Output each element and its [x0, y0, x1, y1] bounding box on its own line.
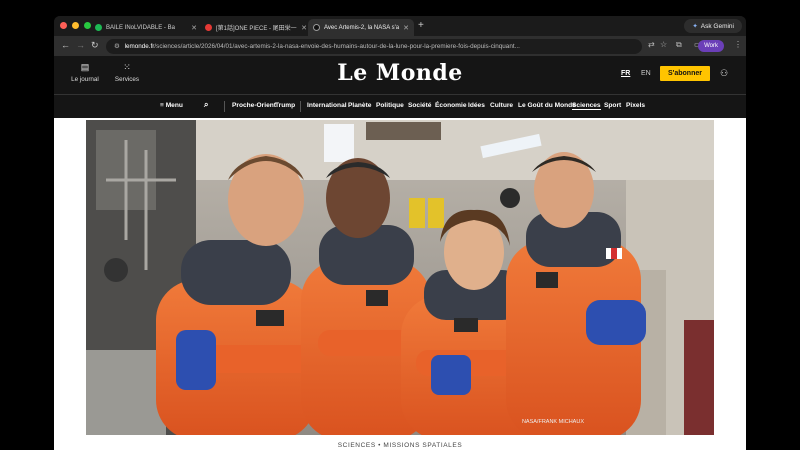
- nav-item-international[interactable]: International: [307, 102, 347, 109]
- nav-item-proche-orient[interactable]: Proche-Orient: [232, 102, 276, 109]
- article-kicker: SCIENCES • MISSIONS SPATIALES: [337, 442, 463, 449]
- tab-spotify[interactable]: BAILE INoLVIDABLE - Ba ✕: [90, 19, 202, 36]
- tab-title: BAILE INoLVIDABLE - Ba: [106, 24, 175, 31]
- nav-item-societe[interactable]: Société: [408, 102, 431, 109]
- tab-le-monde[interactable]: Avec Artemis-2, la NASA s'a ✕: [308, 19, 414, 36]
- tab-strip: BAILE INoLVIDABLE - Ba ✕ [第1話]ONE PIECE …: [54, 16, 746, 36]
- nav-divider: [224, 101, 225, 112]
- tab-close-icon[interactable]: ✕: [301, 24, 307, 32]
- nav-item-sciences[interactable]: Sciences: [572, 102, 601, 110]
- search-icon[interactable]: ⌕: [204, 100, 208, 110]
- profile-work-button[interactable]: Work: [698, 40, 724, 52]
- tab-close-icon[interactable]: ✕: [191, 24, 197, 32]
- profile-label: Work: [704, 43, 718, 49]
- menu-label: Menu: [165, 102, 183, 109]
- photo-credit: NASA/FRANK MICHAUX: [521, 419, 584, 425]
- le-monde-favicon-icon: [313, 24, 320, 31]
- new-tab-button[interactable]: +: [418, 20, 424, 31]
- nav-divider: [300, 101, 301, 112]
- nav-item-economie[interactable]: Économie: [435, 102, 467, 109]
- site-header: ▤ Le journal ⁙ Services Le Monde FR EN S…: [54, 56, 746, 94]
- translate-icon[interactable]: ⇄: [648, 40, 655, 49]
- ask-gemini-label: Ask Gemini: [700, 22, 734, 30]
- extensions-icon[interactable]: ⧉: [676, 40, 682, 50]
- user-account-icon[interactable]: ⚇: [720, 68, 728, 79]
- nav-item-pixels[interactable]: Pixels: [626, 102, 645, 109]
- nav-item-planete[interactable]: Planète: [348, 102, 371, 109]
- ask-gemini-button[interactable]: ✦ Ask Gemini: [684, 19, 742, 33]
- tab-close-icon[interactable]: ✕: [403, 24, 409, 32]
- tab-title: [第1話]ONE PIECE - 尾田栄一: [216, 26, 297, 32]
- section-nav: ≡ Menu ⌕ Proche-Orient Trump Internation…: [54, 94, 746, 118]
- tab-one-piece[interactable]: [第1話]ONE PIECE - 尾田栄一 ✕: [200, 19, 312, 36]
- tab-title: Avec Artemis-2, la NASA s'a: [324, 24, 400, 31]
- nav-item-sport[interactable]: Sport: [604, 102, 621, 109]
- more-menu-icon[interactable]: ⋮: [734, 40, 742, 49]
- bookmark-star-icon[interactable]: ☆: [660, 40, 667, 49]
- url-host: lemonde.fr: [124, 43, 155, 50]
- gemini-sparkle-icon: ✦: [692, 23, 698, 30]
- spotify-icon: [95, 24, 102, 31]
- url-path: /sciences/article/2026/04/01/avec-artemi…: [154, 43, 520, 50]
- manga-site-icon: [205, 24, 212, 31]
- nav-item-gout-du-monde[interactable]: Le Goût du Monde: [518, 102, 576, 109]
- nav-item-politique[interactable]: Politique: [376, 102, 404, 109]
- nav-item-culture[interactable]: Culture: [490, 102, 513, 109]
- back-arrow-icon[interactable]: ←: [61, 40, 70, 50]
- window-controls: [60, 22, 91, 29]
- lang-en-link[interactable]: EN: [641, 70, 651, 77]
- minimize-window-button[interactable]: [72, 22, 79, 29]
- subscribe-button[interactable]: S'abonner: [660, 66, 710, 81]
- menu-button[interactable]: ≡ Menu: [160, 102, 183, 109]
- nav-item-trump[interactable]: Trump: [275, 102, 295, 109]
- nav-item-idees[interactable]: Idées: [468, 102, 485, 109]
- address-bar[interactable]: ⚙ lemonde.fr /sciences/article/2026/04/0…: [106, 39, 642, 54]
- site-settings-icon[interactable]: ⚙: [114, 43, 120, 50]
- lang-fr-link[interactable]: FR: [621, 70, 630, 77]
- close-window-button[interactable]: [60, 22, 67, 29]
- browser-window: BAILE INoLVIDABLE - Ba ✕ [第1話]ONE PIECE …: [54, 16, 746, 450]
- web-page: ▤ Le journal ⁙ Services Le Monde FR EN S…: [54, 56, 746, 450]
- astronauts-illustration: [86, 120, 714, 435]
- article-hero-photo[interactable]: NASA/FRANK MICHAUX: [86, 120, 714, 435]
- forward-arrow-icon[interactable]: →: [76, 40, 85, 50]
- reload-icon[interactable]: ↻: [91, 40, 99, 51]
- browser-toolbar: ← → ↻ ⚙ lemonde.fr /sciences/article/202…: [54, 36, 746, 56]
